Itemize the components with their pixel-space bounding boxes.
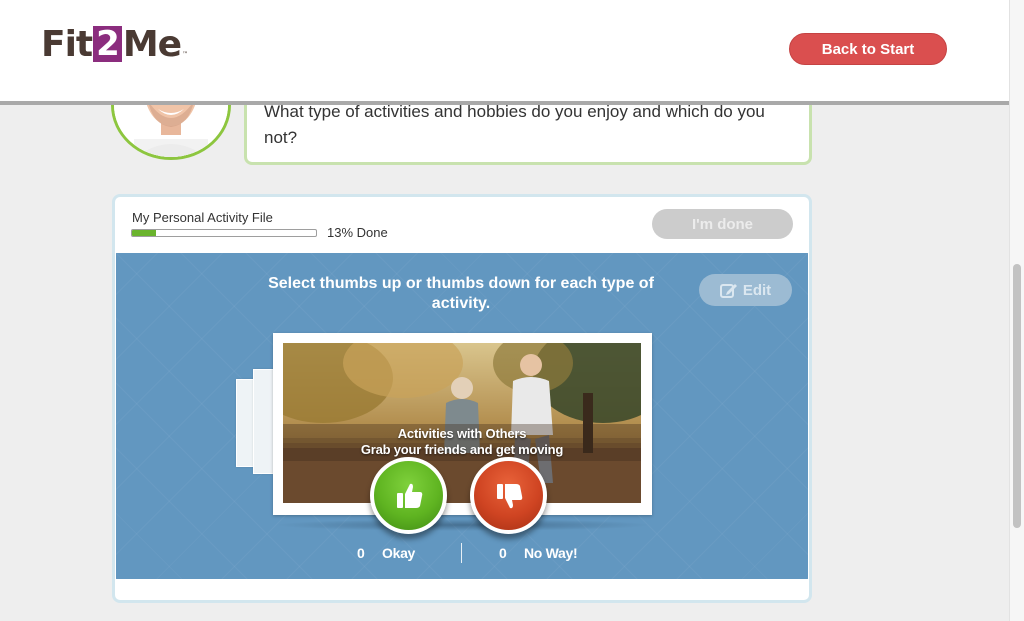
back-to-start-button[interactable]: Back to Start (789, 33, 947, 65)
progress-label: 13% Done (327, 225, 388, 240)
activity-subtitle: Grab your friends and get moving (360, 442, 564, 457)
progress-bar (131, 229, 317, 237)
edit-label: Edit (742, 281, 772, 299)
activity-file-title: My Personal Activity File (132, 210, 273, 225)
no-way-label: No Way! (524, 545, 578, 561)
thumbs-down-button[interactable] (470, 457, 547, 534)
progress-bar-fill (132, 230, 156, 236)
coach-question: What type of activities and hobbies do y… (264, 102, 765, 147)
activity-title: Activities with Others (397, 426, 527, 441)
edit-button[interactable]: Edit (699, 274, 792, 306)
app-header: Fit 2 Me ™ Back to Start (0, 0, 1009, 101)
logo-trademark: ™ (182, 51, 188, 58)
activity-file-card: My Personal Activity File 13% Done I'm d… (112, 194, 812, 603)
logo-text-fit: Fit (41, 23, 93, 65)
logo-text-me: Me (122, 23, 182, 65)
activity-photo: Activities with Others Grab your friends… (283, 343, 641, 503)
card-shadow (274, 519, 652, 531)
okay-count: 0 (357, 545, 365, 561)
instruction-text: Select thumbs up or thumbs down for each… (268, 275, 654, 312)
thumbs-up-button[interactable] (370, 457, 447, 534)
activity-image (283, 343, 641, 503)
page-scrollbar[interactable] (1009, 0, 1024, 621)
pencil-square-icon (719, 284, 737, 298)
logo-text-2: 2 (93, 26, 122, 62)
activity-selector-panel: Select thumbs up or thumbs down for each… (116, 253, 808, 579)
thumbs-down-icon (496, 483, 522, 508)
activity-card: Activities with Others Grab your friends… (273, 333, 652, 515)
thumbs-up-icon (396, 483, 422, 508)
vote-divider (461, 543, 462, 563)
okay-label: Okay (382, 545, 416, 561)
scrollbar-thumb[interactable] (1013, 264, 1021, 528)
no-way-count: 0 (499, 545, 507, 561)
fit2me-logo[interactable]: Fit 2 Me ™ (41, 23, 188, 65)
im-done-button[interactable]: I'm done (652, 209, 793, 239)
